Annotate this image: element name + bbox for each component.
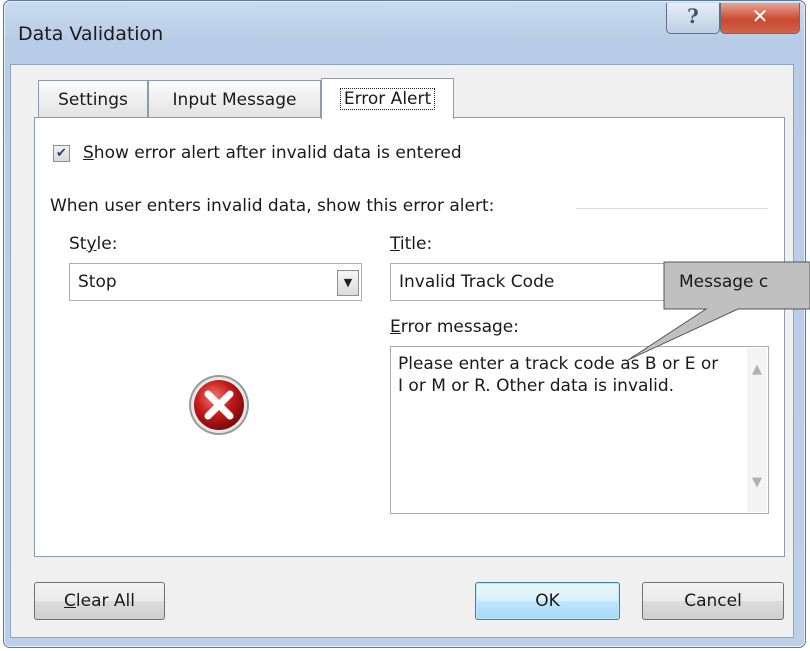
style-dropdown[interactable]: Stop ▼ [69, 263, 362, 301]
chevron-down-icon[interactable]: ▼ [337, 270, 359, 296]
tab-input-message[interactable]: Input Message [148, 80, 321, 117]
close-button[interactable]: ✕ [720, 3, 800, 34]
close-icon: ✕ [751, 4, 769, 28]
error-stop-icon [189, 375, 249, 435]
show-error-alert-checkbox[interactable]: ✔ [53, 145, 70, 162]
scroll-up-icon[interactable]: ▲ [747, 362, 767, 377]
message-scrollbar[interactable]: ▲ ▼ [747, 348, 767, 512]
callout-text: Message c [679, 272, 769, 292]
error-message-label: Error message: [390, 317, 519, 337]
title-label: Title: [390, 234, 433, 254]
tab-error-alert[interactable]: Error Alert [321, 78, 454, 119]
scroll-down-icon[interactable]: ▼ [747, 475, 767, 490]
checkmark-icon: ✔ [56, 146, 67, 161]
help-icon: ? [687, 4, 699, 28]
error-message-value: Please enter a track code as B or E or I… [398, 354, 719, 396]
title-value: Invalid Track Code [399, 272, 555, 292]
tab-settings[interactable]: Settings [38, 80, 148, 117]
error-message-textarea[interactable]: Please enter a track code as B or E or I… [390, 346, 769, 514]
style-label: Style: [69, 234, 118, 254]
help-button[interactable]: ? [666, 3, 720, 34]
clear-all-button[interactable]: Clear All [34, 582, 165, 620]
cancel-button[interactable]: Cancel [642, 582, 784, 620]
group-label: When user enters invalid data, show this… [50, 196, 495, 216]
ok-button[interactable]: OK [475, 582, 620, 620]
show-error-alert-label[interactable]: Show error alert after invalid data is e… [83, 143, 462, 163]
style-value: Stop [78, 272, 117, 292]
group-separator [576, 208, 768, 209]
dialog-title: Data Validation [18, 23, 164, 45]
